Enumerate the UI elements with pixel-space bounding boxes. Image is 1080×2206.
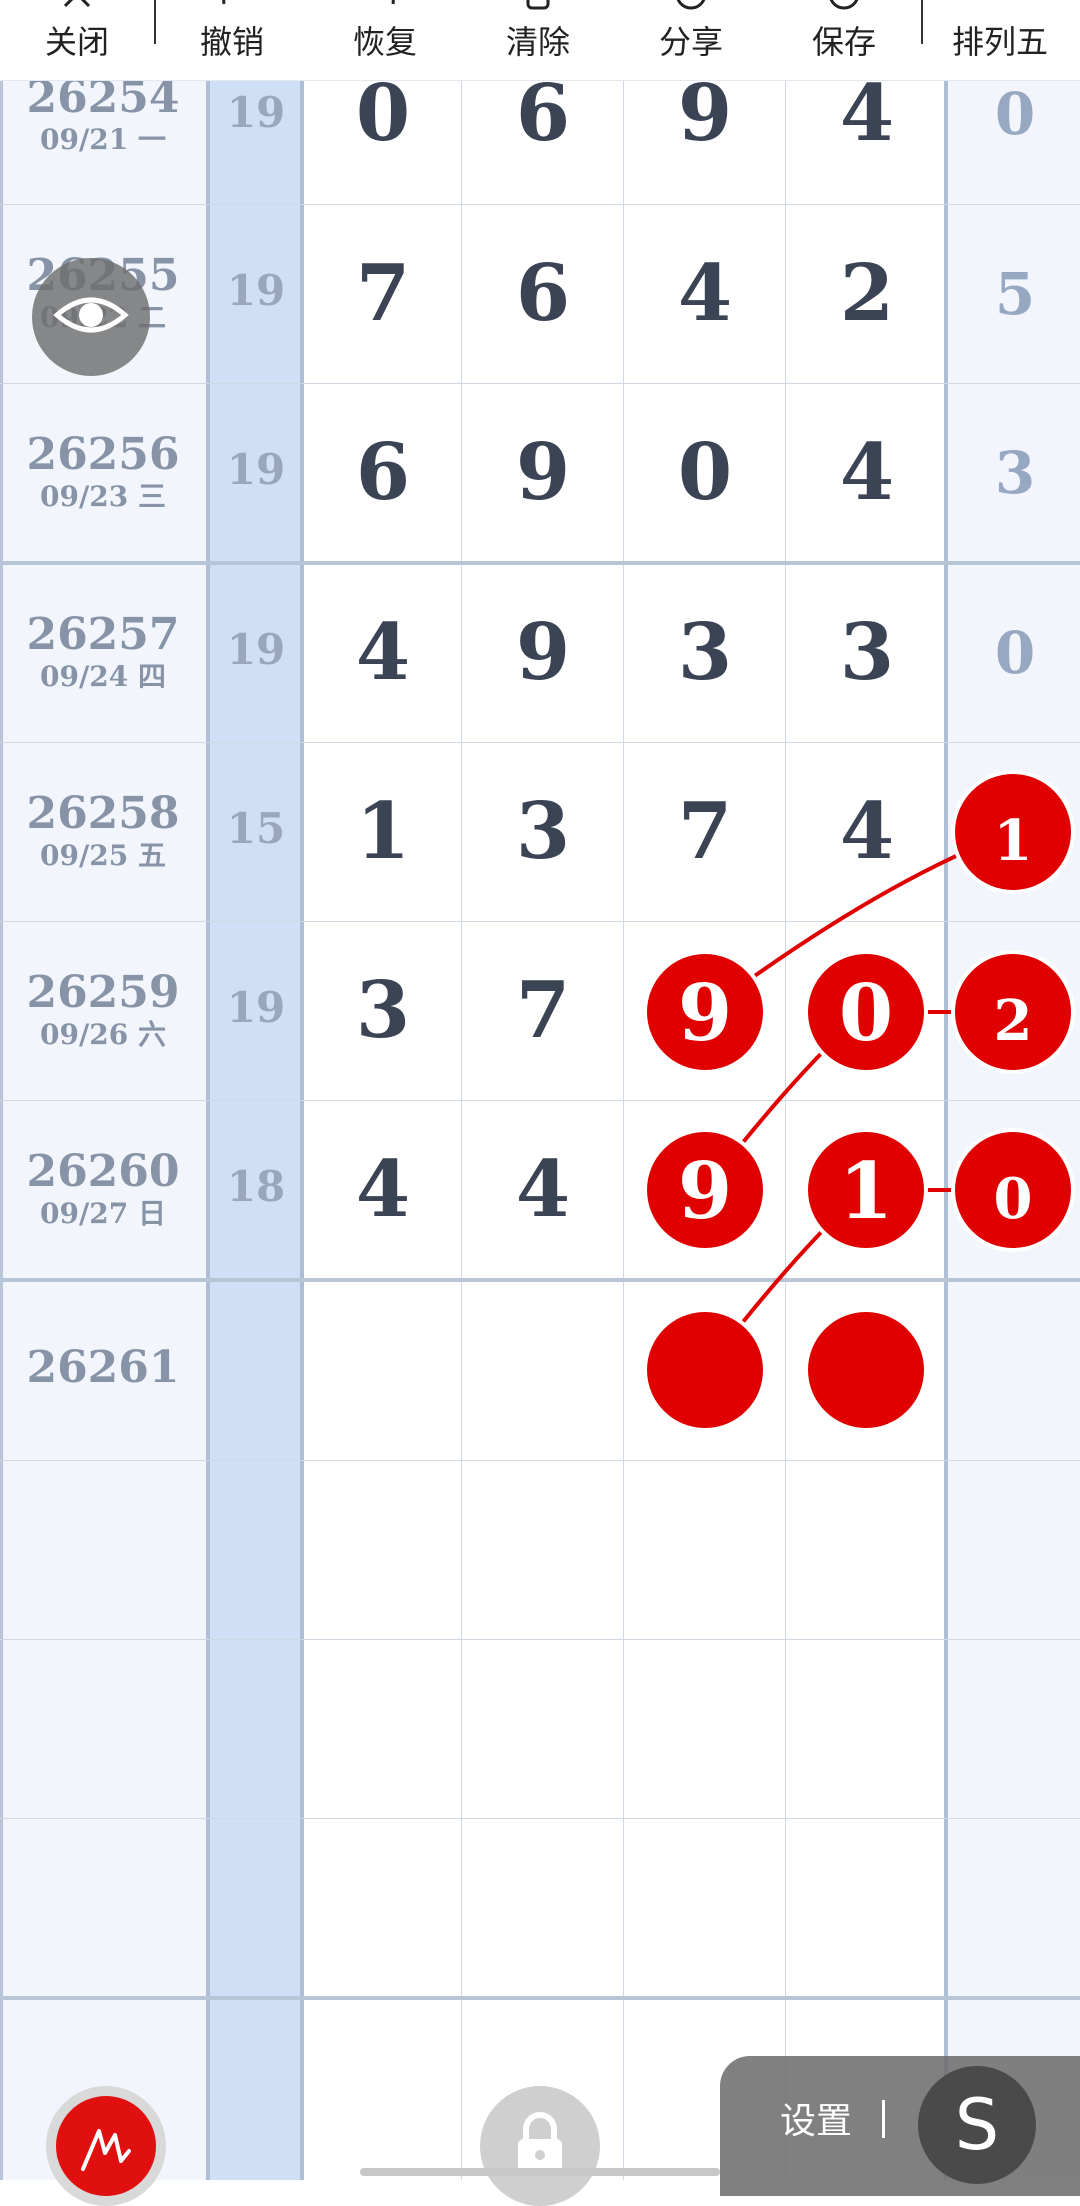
close-button[interactable]: 关闭 (2, 0, 152, 80)
eye-toggle-button[interactable] (32, 258, 150, 376)
marker-circle[interactable] (643, 1308, 767, 1432)
close-icon (57, 0, 97, 14)
toolbar-separator (154, 0, 156, 44)
clear-label: 清除 (505, 23, 570, 61)
save-label: 保存 (811, 23, 876, 61)
s-menu-button[interactable]: S (918, 2066, 1036, 2184)
clear-icon (518, 0, 558, 14)
toolbar: 关闭 撤销 恢复 清除 分享 保存 排列五 (0, 0, 1080, 81)
undo-button[interactable]: 撤销 (157, 0, 307, 80)
marker-fill (647, 1312, 763, 1428)
redo-icon (365, 0, 405, 14)
redo-button[interactable]: 恢复 (310, 0, 460, 80)
marker-fill (808, 1312, 924, 1428)
marker-circle[interactable] (804, 1308, 928, 1432)
settings-separator (882, 2100, 885, 2138)
pen-button[interactable] (46, 2086, 166, 2206)
marker-circle[interactable]: 1 (951, 770, 1075, 894)
save-icon (824, 0, 864, 14)
lottery-type-label: 排列五 (951, 23, 1048, 61)
marker-circle[interactable]: 1 (804, 1128, 928, 1252)
share-label: 分享 (658, 23, 723, 61)
settings-button[interactable]: 设置 (780, 2092, 852, 2144)
undo-label: 撤销 (199, 23, 264, 61)
home-indicator (360, 2168, 720, 2176)
marker-circle[interactable]: 2 (951, 950, 1075, 1074)
save-button[interactable]: 保存 (769, 0, 919, 80)
marker-label: 1 (839, 1146, 893, 1237)
marker-circle[interactable]: 9 (643, 1128, 767, 1252)
marker-label: 2 (994, 988, 1033, 1054)
marker-label: 0 (839, 968, 893, 1059)
share-icon (671, 0, 711, 14)
marker-label: 9 (678, 1146, 732, 1237)
settings-panel: 设置 S (720, 2056, 1080, 2196)
close-label: 关闭 (44, 23, 109, 61)
toolbar-separator (921, 0, 923, 44)
redo-label: 恢复 (352, 23, 417, 61)
lottery-type-button[interactable]: 排列五 (925, 0, 1075, 80)
marker-label: 0 (994, 1166, 1033, 1232)
eye-icon (51, 285, 131, 349)
marker-circle[interactable]: 9 (643, 950, 767, 1074)
marker-label: 1 (994, 808, 1033, 874)
pen-icon (56, 2096, 156, 2196)
marker-label: 9 (678, 968, 732, 1059)
lock-button[interactable] (480, 2086, 600, 2206)
share-button[interactable]: 分享 (616, 0, 766, 80)
undo-icon (212, 0, 252, 14)
marker-circle[interactable]: 0 (804, 950, 928, 1074)
marker-circle[interactable]: 0 (951, 1128, 1075, 1252)
drawing-layer[interactable]: 1 9 0 2 9 1 0 (0, 0, 1080, 2180)
clear-button[interactable]: 清除 (463, 0, 613, 80)
